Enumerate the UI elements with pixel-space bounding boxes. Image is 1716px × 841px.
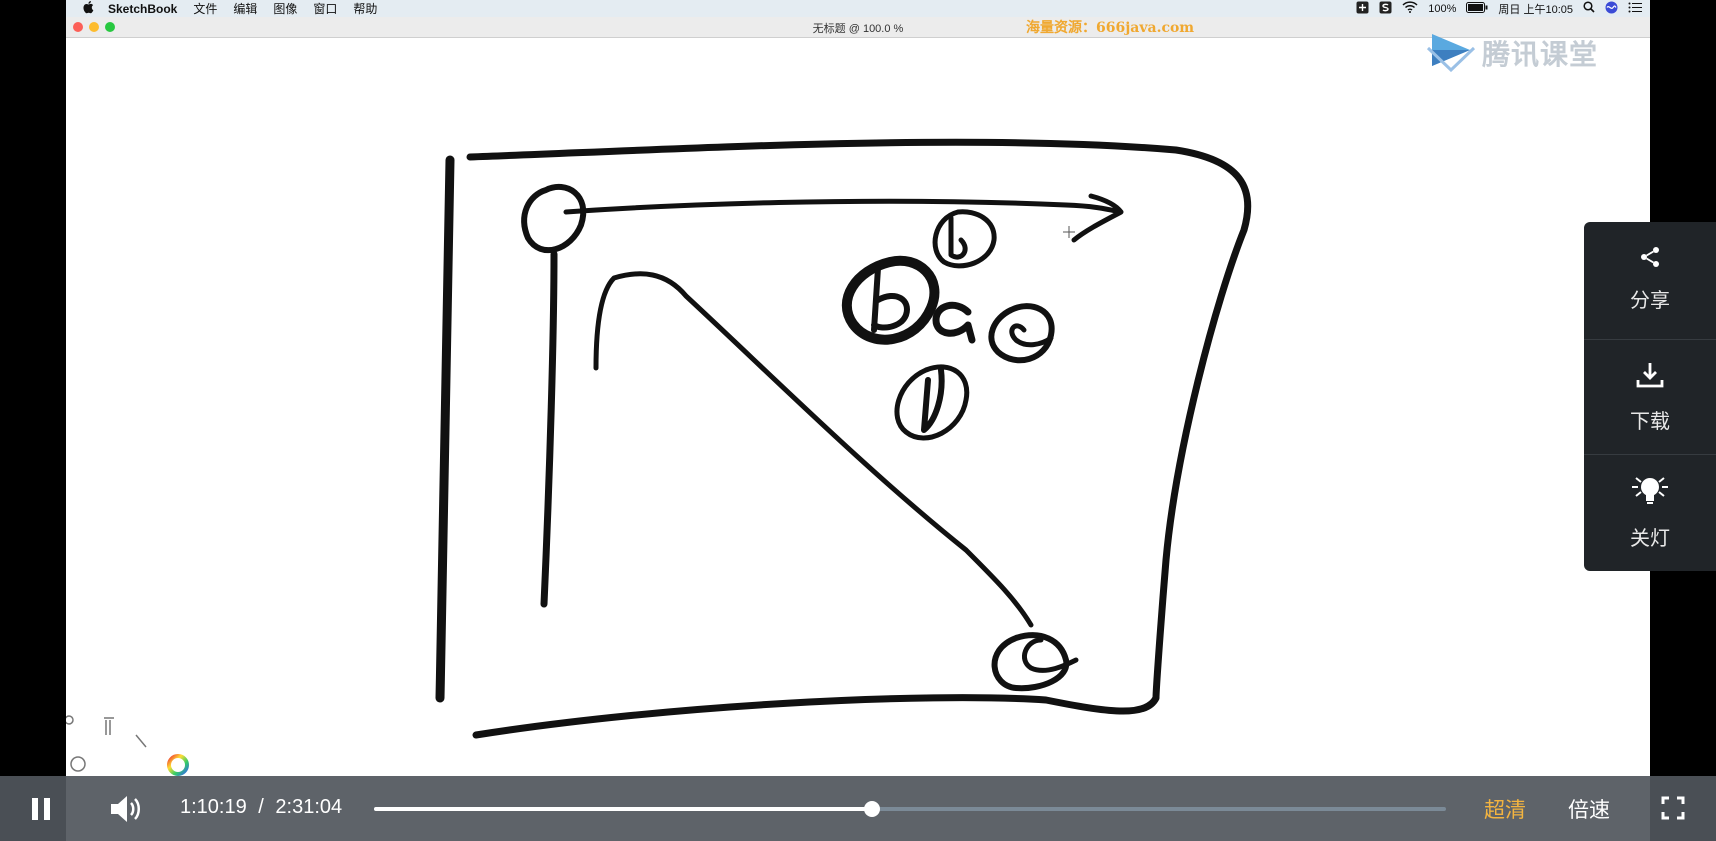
sketch-inner-top-arrow — [563, 193, 1124, 243]
sketch-letter-bottom-right — [1022, 637, 1079, 673]
apple-icon[interactable] — [82, 0, 94, 17]
volume-button[interactable] — [108, 793, 144, 830]
side-divider — [1584, 454, 1716, 455]
sketch-inner-left — [540, 250, 558, 608]
current-time: 1:10:19 — [180, 796, 247, 818]
menu-window[interactable]: 窗口 — [313, 0, 337, 17]
pause-button[interactable] — [30, 796, 54, 827]
sketch-circle-bottom — [894, 364, 970, 441]
sogou-icon[interactable] — [1379, 1, 1392, 17]
menu-edit[interactable]: 编辑 — [233, 0, 257, 17]
lights-off-button[interactable]: 关灯 — [1584, 456, 1716, 570]
sketch-letter-right — [1009, 323, 1054, 348]
progress-thumb[interactable] — [864, 801, 881, 817]
wifi-icon[interactable] — [1402, 1, 1418, 16]
volume-icon — [111, 796, 140, 822]
lightbulb-icon — [1628, 475, 1672, 512]
window-titlebar: 无标题 @ 100.0 % — [66, 17, 1650, 38]
battery-percent: 100% — [1428, 2, 1457, 15]
download-label: 下载 — [1630, 411, 1670, 433]
lights-off-label: 关灯 — [1630, 528, 1670, 550]
menu-help[interactable]: 帮助 — [353, 0, 377, 17]
quality-button[interactable]: 超清 — [1484, 794, 1526, 824]
window-title: 无标题 @ 100.0 % — [812, 23, 904, 35]
sketch-letter-bottom — [921, 367, 945, 433]
share-icon — [1638, 245, 1662, 274]
time-display: 1:10:19 / 2:31:04 — [180, 796, 342, 819]
mac-menubar: SketchBook 文件 编辑 图像 窗口 帮助 100% 周日 上午10:0… — [66, 0, 1650, 17]
side-action-panel: 分享 下载 关灯 — [1584, 222, 1716, 571]
player-control-bar: 1:10:19 / 2:31:04 超清 倍速 — [0, 776, 1716, 841]
menu-image[interactable]: 图像 — [273, 0, 297, 17]
recorded-screen: SketchBook 文件 编辑 图像 窗口 帮助 100% 周日 上午10:0… — [66, 0, 1650, 841]
input-method-icon[interactable] — [1356, 1, 1369, 17]
share-label: 分享 — [1630, 290, 1670, 312]
sketch-circle-top-left — [521, 183, 587, 254]
progress-bar[interactable] — [374, 801, 1446, 817]
menubar-clock[interactable]: 周日 上午10:05 — [1498, 1, 1573, 17]
siri-icon[interactable] — [1605, 1, 1618, 17]
color-wheel-icon — [167, 754, 189, 776]
sketch-frame-top-right — [466, 138, 1252, 739]
fullscreen-icon — [1661, 796, 1685, 820]
notification-center-icon[interactable] — [1628, 2, 1642, 16]
total-time: 2:31:04 — [275, 796, 343, 818]
progress-fill — [374, 807, 873, 811]
drawing-canvas[interactable] — [66, 37, 1650, 777]
pause-icon — [32, 798, 50, 820]
speed-button[interactable]: 倍速 — [1568, 794, 1610, 824]
battery-icon[interactable] — [1466, 1, 1488, 16]
sketch-frame-left — [435, 155, 455, 703]
sketch-circle-top — [932, 209, 997, 269]
menu-file[interactable]: 文件 — [193, 0, 217, 17]
menu-app-sketchbook[interactable]: SketchBook — [108, 2, 177, 16]
sketch-letter-top — [948, 215, 968, 260]
sketchbook-toolwheel — [66, 715, 147, 772]
watermark-text: 海量资源：666java.com — [1026, 20, 1195, 36]
sketch-circle-right — [988, 303, 1055, 364]
time-separator: / — [258, 796, 264, 818]
download-icon — [1635, 360, 1665, 395]
fullscreen-button[interactable] — [1661, 796, 1685, 825]
download-button[interactable]: 下载 — [1584, 340, 1716, 454]
video-player[interactable]: SketchBook 文件 编辑 图像 窗口 帮助 100% 周日 上午10:0… — [0, 0, 1716, 841]
sketch-letter-a — [932, 301, 976, 344]
spotlight-search-icon[interactable] — [1583, 1, 1595, 16]
sketch-letter-b — [871, 265, 910, 333]
cursor-crosshair-icon — [1063, 226, 1075, 238]
share-button[interactable]: 分享 — [1584, 222, 1716, 336]
